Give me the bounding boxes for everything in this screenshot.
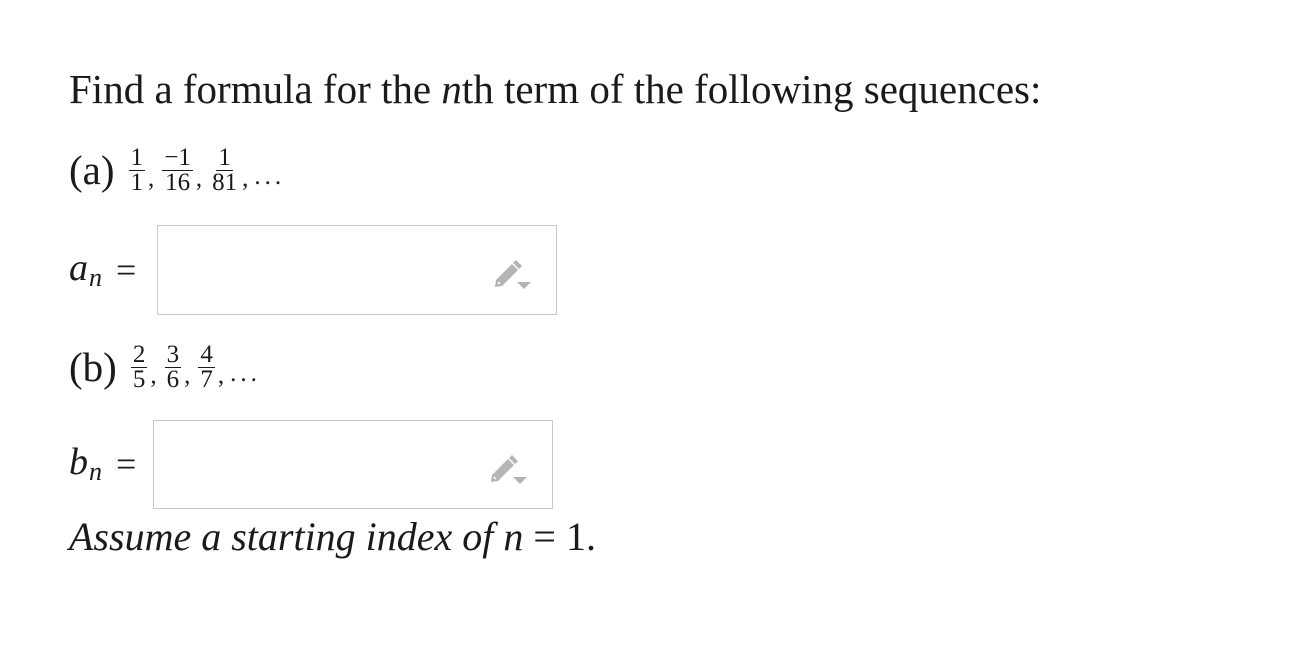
part-a-term-1-numerator: 1 — [128, 143, 146, 171]
part-a-term-3-denominator: 81 — [212, 168, 238, 196]
part-b-equals: = — [116, 443, 137, 484]
part-b-variable-subscript: n — [89, 457, 102, 486]
part-a-terms: 1 1 , −1 16 , 1 81 , ... — [127, 143, 286, 196]
prompt-text-before: Find a formula for the — [69, 66, 442, 112]
note-text: Assume a starting index of — [69, 514, 504, 559]
part-b-term-1-denominator: 5 — [132, 365, 146, 393]
part-b-terms: 2 5 , 3 6 , 4 7 , ... — [129, 340, 261, 393]
part-b-variable-letter: b — [69, 441, 88, 483]
starting-index-note: Assume a starting index of n = 1. — [69, 512, 596, 562]
part-a-comma-1: , — [148, 165, 155, 192]
part-a-comma-3: , — [242, 165, 249, 192]
pencil-dropdown-icon[interactable] — [491, 251, 535, 291]
part-a-term-1-denominator: 1 — [130, 168, 144, 196]
part-b-label: (b) — [69, 344, 117, 390]
part-a-term-1: 1 1 — [128, 143, 146, 196]
pencil-dropdown-icon[interactable] — [487, 446, 531, 486]
part-a-term-2: −1 16 — [162, 143, 193, 196]
answer-input-b[interactable] — [153, 420, 553, 509]
note-equals-value: = 1. — [523, 514, 596, 559]
part-a-variable-letter: a — [69, 247, 88, 289]
part-a-variable: an — [69, 246, 102, 293]
note-variable: n — [503, 514, 524, 559]
part-a-term-2-numerator: −1 — [162, 143, 193, 171]
part-b-comma-1: , — [150, 362, 157, 389]
prompt-n-variable: n — [441, 66, 462, 112]
part-a-term-3-numerator: 1 — [216, 143, 233, 171]
part-b-term-2-numerator: 3 — [164, 340, 182, 368]
part-a-label: (a) — [69, 147, 115, 193]
part-a-term-3: 1 81 — [210, 143, 239, 196]
part-b-sequence: (b) 2 5 , 3 6 , 4 7 , ... — [69, 342, 261, 392]
part-a-answer-label: an = — [69, 246, 136, 293]
part-b-term-2: 3 6 — [164, 340, 182, 393]
part-a-term-2-denominator: 16 — [165, 168, 191, 196]
part-b-comma-3: , — [217, 362, 225, 389]
part-b-term-3: 4 7 — [198, 340, 215, 393]
part-b-comma-2: , — [184, 362, 191, 389]
part-b-term-3-numerator: 4 — [198, 340, 215, 368]
question-prompt: Find a formula for the nth term of the f… — [69, 64, 1041, 114]
part-a-ellipsis: ... — [254, 163, 286, 190]
part-b-term-3-denominator: 7 — [200, 365, 213, 393]
part-b-term-1: 2 5 — [130, 340, 148, 393]
part-b-answer-label: bn = — [69, 440, 136, 487]
part-b-term-1-numerator: 2 — [130, 340, 148, 368]
part-a-comma-2: , — [195, 165, 203, 192]
part-b-term-2-denominator: 6 — [166, 365, 180, 393]
part-b-variable: bn — [69, 440, 102, 487]
prompt-text-after: th term of the following sequences: — [461, 66, 1042, 112]
part-a-variable-subscript: n — [89, 263, 102, 292]
answer-input-a[interactable] — [157, 225, 557, 315]
part-a-equals: = — [116, 249, 137, 290]
part-b-ellipsis: ... — [230, 360, 261, 387]
part-a-sequence: (a) 1 1 , −1 16 , 1 81 , ... — [69, 145, 285, 195]
